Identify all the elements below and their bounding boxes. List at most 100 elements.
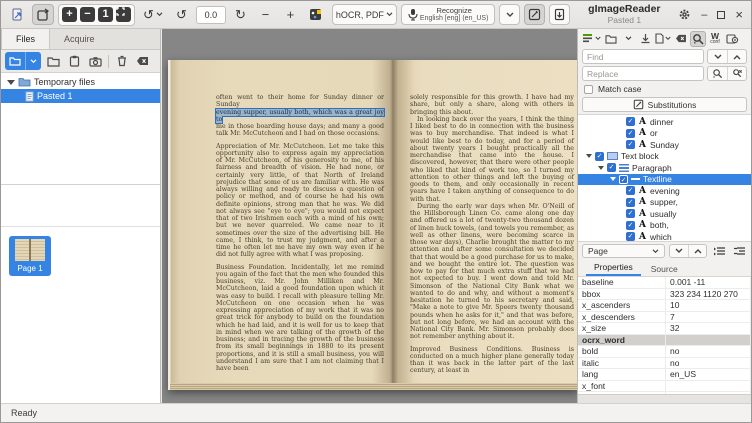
expander-icon[interactable] [586, 154, 592, 158]
screenshot-button[interactable] [87, 53, 104, 70]
open-hocr-button[interactable] [603, 31, 619, 47]
property-row[interactable]: x_size32 [578, 323, 751, 335]
zoom-fit-button[interactable] [116, 7, 131, 22]
property-row[interactable]: boldno [578, 346, 751, 358]
chevron-down-icon [595, 36, 601, 41]
word-checkbox[interactable]: ✓ [626, 209, 635, 218]
next-item-button[interactable] [670, 245, 688, 257]
property-row[interactable]: baseline0.001 -11 [578, 277, 751, 289]
minimize-button[interactable]: – [701, 9, 707, 21]
word-checkbox[interactable]: ✓ [626, 117, 635, 126]
tree-row-pasted[interactable]: Pasted 1 [1, 89, 160, 103]
preview-toggle[interactable] [724, 31, 740, 47]
prev-item-button[interactable] [688, 245, 706, 257]
hocr-word-row[interactable]: ✓Adinner [578, 116, 751, 128]
page-decrement-button[interactable]: − [255, 4, 276, 25]
property-row[interactable]: italicno [578, 358, 751, 370]
property-row[interactable]: langen_US [578, 369, 751, 381]
replace-button[interactable] [708, 67, 727, 80]
insert-mode-dropdown[interactable] [581, 31, 602, 47]
scan-canvas[interactable]: often went to their home for Sunday dinn… [162, 29, 579, 403]
hocr-word-row[interactable]: ✓Ausually [578, 208, 751, 220]
recognize-button[interactable]: Recognize English [eng] (en_US) [401, 4, 495, 25]
delete-button[interactable] [673, 31, 689, 47]
replace-input[interactable] [582, 66, 704, 81]
page-increment-button[interactable]: + [280, 4, 301, 25]
zoom-in-button[interactable]: + [62, 7, 77, 22]
maximize-button[interactable] [717, 11, 725, 19]
save-hocr-dropdown[interactable] [654, 31, 672, 47]
expand-all-button[interactable] [711, 243, 727, 259]
expander-icon[interactable] [7, 80, 15, 85]
confidence-toggle[interactable]: W conf [707, 31, 723, 47]
recognize-language-dropdown[interactable] [499, 4, 520, 25]
clear-all-button[interactable] [134, 53, 151, 70]
property-row[interactable]: x_descenders7 [578, 312, 751, 324]
hocr-word-row[interactable]: ✓Awhich [578, 231, 751, 242]
property-row[interactable]: bbox323 234 1120 270 [578, 289, 751, 301]
substitutions-button[interactable]: Substitutions [582, 97, 747, 112]
word-checkbox[interactable]: ✓ [626, 198, 635, 207]
word-checkbox[interactable]: ✓ [626, 140, 635, 149]
add-images-dropdown[interactable] [25, 52, 41, 70]
thumbnail-page-1[interactable]: Page 1 [9, 236, 51, 276]
match-case-checkbox[interactable] [584, 85, 593, 94]
page-select-combo[interactable]: Page [582, 244, 665, 258]
replace-all-button[interactable] [727, 67, 746, 80]
paragraph-checkbox[interactable]: ✓ [607, 163, 616, 172]
zoom-out-button[interactable]: − [80, 7, 95, 22]
tab-files[interactable]: Files [1, 29, 50, 49]
property-section-row[interactable]: ocrx_word [578, 335, 751, 347]
hocr-textline-row-selected[interactable]: ✓Textline [578, 174, 751, 186]
rotate-ccw-button[interactable]: ↺ [171, 4, 192, 25]
hocr-textblock-row[interactable]: ✓Text block [578, 151, 751, 163]
property-value [666, 381, 751, 392]
remove-image-button[interactable] [113, 53, 130, 70]
hocr-word-row[interactable]: ✓Aevening [578, 185, 751, 197]
hocr-paragraph-row[interactable]: ✓Paragraph [578, 162, 751, 174]
word-checkbox[interactable]: ✓ [626, 186, 635, 195]
tab-acquire[interactable]: Acquire [50, 29, 109, 49]
close-button[interactable]: × [735, 7, 743, 22]
panel-footer [578, 394, 751, 403]
property-row[interactable]: x_ascenders10 [578, 300, 751, 312]
expander-icon[interactable] [598, 166, 604, 170]
rotate-mode-dropdown[interactable]: ↺ [139, 4, 167, 25]
word-checkbox[interactable]: ✓ [626, 232, 635, 241]
find-replace-toggle[interactable] [690, 31, 706, 47]
rotation-angle-spinbox[interactable]: 0.0 [196, 6, 226, 24]
image-controls-button[interactable] [305, 4, 328, 25]
hocr-word-row[interactable]: ✓Asupper, [578, 197, 751, 209]
hocr-word-row[interactable]: ✓Aor [578, 128, 751, 140]
textline-checkbox[interactable]: ✓ [619, 175, 628, 184]
word-checkbox[interactable]: ✓ [626, 129, 635, 138]
zoom-original-button[interactable]: 1 [98, 7, 113, 22]
highlighted-textline[interactable]: evening supper, usually both, which was … [216, 109, 384, 124]
export-button[interactable] [549, 4, 570, 25]
property-value: 10 [666, 300, 751, 311]
add-images-split-button[interactable] [5, 52, 41, 70]
collapse-all-button[interactable] [731, 243, 747, 259]
rotate-cw-button[interactable]: ↻ [230, 4, 251, 25]
ocr-mode-dropdown[interactable]: hOCR, PDF [332, 4, 397, 25]
show-controls-button[interactable] [32, 4, 54, 25]
property-row[interactable]: x_font [578, 381, 751, 393]
open-folder-button[interactable] [45, 53, 62, 70]
tab-properties[interactable]: Properties [586, 262, 641, 276]
postprocess-button[interactable] [524, 4, 545, 25]
open-hocr-dropdown[interactable] [620, 31, 636, 47]
tree-row-temporary-files[interactable]: Temporary files [1, 75, 160, 89]
find-next-button[interactable] [708, 50, 727, 63]
import-button[interactable] [637, 31, 653, 47]
find-prev-button[interactable] [727, 50, 746, 63]
expander-icon[interactable] [610, 177, 616, 181]
paste-button[interactable] [66, 53, 83, 70]
find-input[interactable] [582, 49, 704, 64]
hocr-word-row[interactable]: ✓Aboth, [578, 220, 751, 232]
word-checkbox[interactable]: ✓ [626, 221, 635, 230]
tab-source[interactable]: Source [643, 264, 686, 276]
word-icon: A [638, 128, 647, 138]
block-checkbox[interactable]: ✓ [595, 152, 604, 161]
settings-gear-button[interactable] [678, 8, 691, 21]
hocr-word-row[interactable]: ✓ASunday [578, 139, 751, 151]
